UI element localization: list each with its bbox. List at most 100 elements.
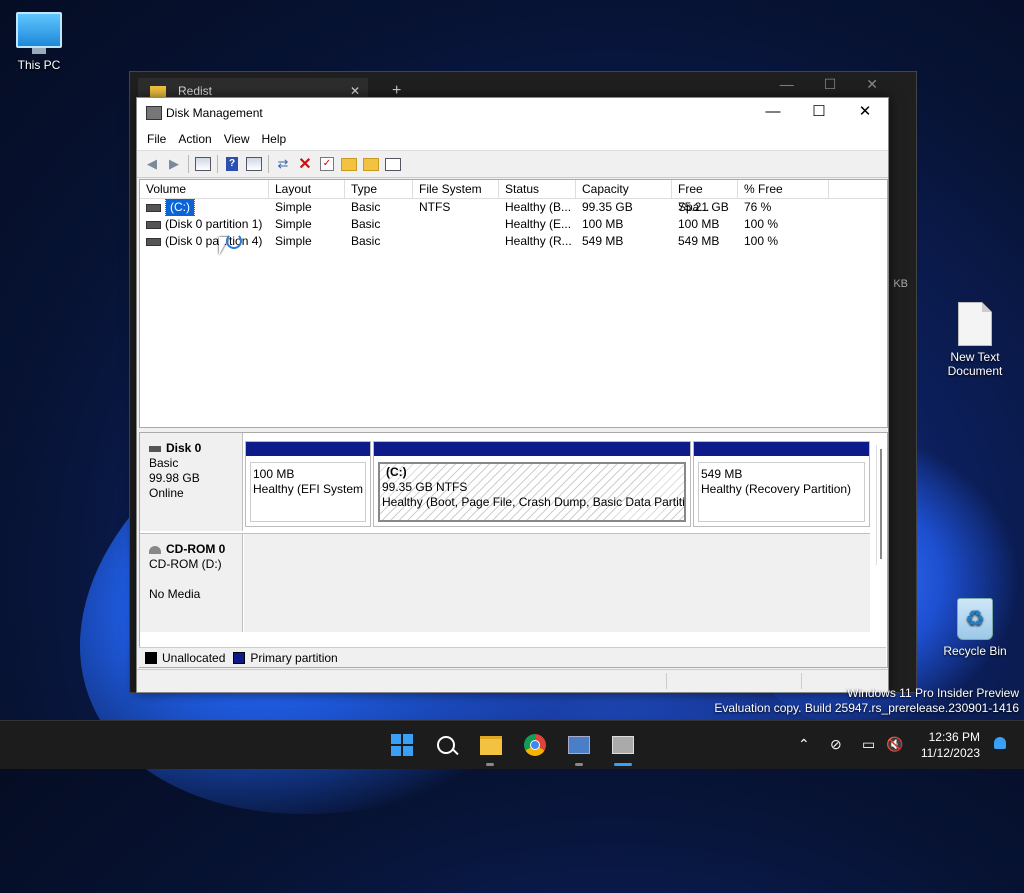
back-icon[interactable]: ◀ (143, 155, 161, 173)
system-clock[interactable]: 12:36 PM 11/12/2023 (921, 729, 980, 761)
menu-file[interactable]: File (141, 132, 172, 146)
partition-recovery[interactable]: 549 MB Healthy (Recovery Partition) (693, 441, 870, 527)
list-icon[interactable] (384, 155, 402, 173)
partition-status: Healthy (Recovery Partition) (701, 482, 852, 496)
taskbar-disk-management[interactable] (611, 733, 635, 757)
search-icon (437, 736, 455, 754)
disk-size (149, 572, 242, 587)
properties-grid-icon[interactable] (194, 155, 212, 173)
disk-row-cdrom0[interactable]: CD-ROM 0 CD-ROM (D:) No Media (140, 533, 870, 632)
table-row[interactable]: (C:) Simple Basic NTFS Healthy (B... 99.… (140, 199, 887, 216)
disk-state: Online (149, 486, 184, 500)
evaluation-watermark: Windows 11 Pro Insider Preview Evaluatio… (714, 686, 1019, 716)
file-system-cell (413, 216, 499, 233)
partition-efi[interactable]: 100 MB Healthy (EFI System P (245, 441, 371, 527)
partition-bar (694, 442, 869, 456)
volume-cell: (Disk 0 partition 1) (140, 216, 269, 233)
column-header-status[interactable]: Status (499, 180, 576, 198)
toolbar: ◀ ▶ ? ⇄ ✕ ✓ (137, 150, 888, 178)
table-row[interactable]: (Disk 0 partition 1) Simple Basic Health… (140, 216, 887, 233)
volume-muted-icon[interactable]: 🔇 (886, 736, 903, 753)
window-controls[interactable]: —☐✕ (780, 76, 908, 93)
desktop-icon-label: Recycle Bin (943, 644, 1007, 658)
explorer-side-text: KB (893, 278, 908, 290)
chevron-up-icon[interactable]: ⌃ (798, 736, 810, 753)
toolbar-separator (188, 155, 189, 173)
windows-logo-icon (391, 734, 413, 756)
type-cell: Basic (351, 234, 381, 248)
column-header-percent-free[interactable]: % Free (738, 180, 829, 198)
forward-icon[interactable]: ▶ (165, 155, 183, 173)
volume-list[interactable]: Volume Layout Type File System Status Ca… (139, 179, 888, 428)
volume-name: (Disk 0 partition 1) (165, 217, 263, 231)
help-icon[interactable]: ? (223, 155, 241, 173)
column-header-volume[interactable]: Volume (140, 180, 269, 198)
network-disconnected-icon[interactable]: ⊘ (830, 736, 842, 753)
menu-view[interactable]: View (218, 132, 256, 146)
taskbar-chrome[interactable] (523, 733, 547, 757)
legend: Unallocated Primary partition (139, 647, 886, 667)
column-header-type[interactable]: Type (345, 180, 413, 198)
running-indicator (486, 763, 494, 766)
disk-info-cdrom0[interactable]: CD-ROM 0 CD-ROM (D:) No Media (140, 534, 243, 632)
notification-bell-icon[interactable] (994, 737, 1006, 749)
computer-icon (16, 12, 62, 54)
partition-size: 99.35 GB NTFS (382, 480, 468, 494)
disk-graphical-view[interactable]: Disk 0 Basic 99.98 GB Online 100 MB Heal… (139, 432, 888, 668)
connect-icon[interactable]: ⇄ (274, 155, 292, 173)
partition-size: 549 MB (701, 467, 743, 481)
folder-up-icon[interactable] (340, 155, 358, 173)
desktop-icon-this-pc[interactable]: This PC (4, 12, 74, 72)
column-header-free-space[interactable]: Free Spa... (672, 180, 738, 214)
folder-search-icon[interactable] (362, 155, 380, 173)
maximize-button[interactable]: ☐ (796, 98, 842, 128)
legend-primary-partition: Primary partition (250, 650, 338, 665)
menu-action[interactable]: Action (172, 132, 217, 146)
start-button[interactable] (390, 733, 414, 757)
volume-name: (Disk 0 partition 4) (165, 234, 263, 248)
volume-name: (C:) (165, 199, 195, 216)
volume-cell: (Disk 0 partition 4) (140, 233, 269, 250)
free-space-cell: 549 MB (678, 234, 720, 248)
percent-free-cell: 100 % (744, 217, 779, 231)
explorer-tab-label: Redist (178, 84, 213, 98)
view-grid-icon[interactable] (245, 155, 263, 173)
column-header-capacity[interactable]: Capacity (576, 180, 672, 198)
partition-c[interactable]: (C:) 99.35 GB NTFS Healthy (Boot, Page F… (373, 441, 691, 527)
search-button[interactable] (434, 733, 458, 757)
delete-icon[interactable]: ✕ (296, 155, 314, 173)
table-row[interactable]: (Disk 0 partition 4) Simple Basic Health… (140, 233, 887, 250)
column-header-file-system[interactable]: File System (413, 180, 499, 198)
minimize-button[interactable]: — (750, 98, 796, 128)
capacity-cell: 549 MB (582, 234, 624, 248)
disk-management-icon (612, 736, 634, 754)
partition-body: 549 MB Healthy (Recovery Partition) (698, 462, 865, 522)
disk-info-disk0[interactable]: Disk 0 Basic 99.98 GB Online (140, 433, 243, 531)
volume-icon (146, 220, 161, 229)
desktop-icon-recycle-bin[interactable]: ♻ Recycle Bin (940, 598, 1010, 658)
vertical-scrollbar[interactable] (876, 445, 887, 565)
partition-status: Healthy (Boot, Page File, Crash Dump, Ba… (382, 495, 686, 509)
free-space-cell: 100 MB (678, 217, 720, 231)
clock-time: 12:36 PM (928, 730, 980, 744)
title-bar[interactable]: Disk Management — ☐ ✕ (137, 98, 888, 128)
status-cell: Healthy (R... (505, 234, 572, 248)
disk-management-window[interactable]: Disk Management — ☐ ✕ File Action View H… (136, 97, 889, 693)
menu-help[interactable]: Help (256, 132, 293, 146)
taskbar: ⌃ ⊘ ▭ 🔇 12:36 PM 11/12/2023 (0, 720, 1024, 769)
partition-size: 100 MB (253, 467, 295, 481)
active-indicator (614, 763, 632, 766)
running-indicator (575, 763, 583, 766)
desktop-icon-new-text-document[interactable]: New Text Document (940, 302, 1010, 378)
taskbar-network-app[interactable] (567, 733, 591, 757)
check-icon[interactable]: ✓ (318, 155, 336, 173)
column-header-layout[interactable]: Layout (269, 180, 345, 198)
percent-free-cell: 100 % (744, 234, 779, 248)
desktop-icon-label: New Text Document (947, 350, 1003, 378)
close-button[interactable]: ✕ (842, 98, 888, 128)
taskbar-file-explorer[interactable] (479, 733, 503, 757)
disk-row-disk0[interactable]: Disk 0 Basic 99.98 GB Online 100 MB Heal… (140, 433, 870, 531)
file-system-cell: NTFS (419, 200, 451, 214)
partition-status: Healthy (EFI System P (253, 482, 366, 496)
display-icon[interactable]: ▭ (862, 736, 875, 753)
